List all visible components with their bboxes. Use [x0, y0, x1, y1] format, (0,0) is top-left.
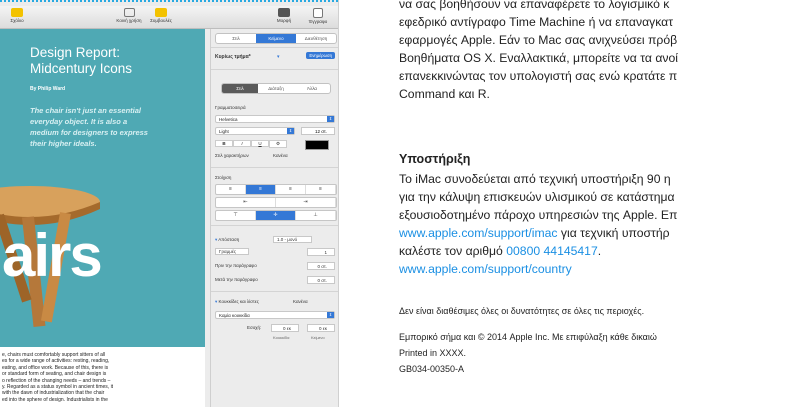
align-left-icon[interactable]: ≡	[216, 185, 246, 194]
divider	[211, 291, 338, 292]
pages-screenshot: Σχόλιο Κοινή χρήση Συμβουλές Μορφή Έγγρα…	[0, 0, 339, 407]
subtab-more[interactable]: Άλλα	[294, 84, 330, 93]
format-inspector: Στιλ Κείμενο Διευθέτηση Κυρίως τμήμα* ▾ …	[210, 29, 338, 407]
bullets-row: ▾ Κουκκίδες και λίστες Κανένα	[215, 299, 308, 304]
disclosure-triangle-icon[interactable]: ▾	[215, 299, 217, 304]
part-number: GB034-00350-A	[399, 364, 465, 374]
italic-button[interactable]: I	[233, 140, 251, 147]
font-family-popup[interactable]: Helvetica ⇕	[215, 115, 335, 123]
text-color-well[interactable]	[305, 140, 329, 150]
lines-field[interactable]: 1	[307, 248, 335, 256]
char-styles-row: Στιλ χαρακτήρων Κανένα	[215, 153, 288, 158]
indent-captions: Κουκκίδα Κείμενο	[273, 335, 325, 340]
vertical-alignment-buttons: ⊤ ✛ ⊥	[215, 210, 337, 221]
divider	[211, 167, 338, 168]
support-heading: Υποστήριξη	[399, 152, 471, 166]
align-middle-icon[interactable]: ✛	[256, 211, 296, 220]
document-page[interactable]: Design Report: Midcentury Icons By Phili…	[0, 29, 205, 407]
align-right-icon[interactable]: ≡	[276, 185, 306, 194]
document-author: By Philip Ward	[30, 86, 66, 92]
underline-button[interactable]: U	[251, 140, 269, 147]
chevron-down-icon: ⇕	[287, 128, 294, 134]
bullet-style-popup[interactable]: Καμία κουκκίδα ⇕	[215, 311, 335, 319]
document-body: e, chairs must comfortably support sitte…	[2, 352, 114, 403]
indent-row: Εσοχή: 0 εκ 0 εκ	[215, 324, 335, 335]
document-icon	[313, 8, 323, 18]
before-paragraph-row: Πριν την παράγραφο 0 στ.	[215, 262, 335, 273]
align-top-icon[interactable]: ⊤	[216, 211, 256, 220]
tab-text[interactable]: Κείμενο	[256, 34, 296, 43]
document-display-text: airs	[2, 222, 103, 289]
disclosure-triangle-icon[interactable]: ▾	[215, 237, 217, 242]
text-options-gear-icon[interactable]: ⚙	[269, 140, 287, 148]
inspector-tabs: Στιλ Κείμενο Διευθέτηση	[215, 33, 337, 44]
toolbar-comment-button[interactable]: Σχόλιο	[2, 8, 32, 23]
subtab-layout[interactable]: Διάταξη	[258, 84, 294, 93]
tab-arrange[interactable]: Διευθέτηση	[296, 34, 336, 43]
tips-icon	[155, 8, 167, 17]
tab-style[interactable]: Στιλ	[216, 34, 256, 43]
text-subtabs: Στιλ Διάταξη Άλλα	[221, 83, 331, 94]
text-indent-field[interactable]: 0 εκ	[307, 324, 335, 332]
chevron-down-icon: ▾	[277, 54, 280, 60]
alignment-section-label: Στοίχιση	[215, 175, 232, 180]
lines-row: Γραμμές 1	[215, 248, 335, 259]
font-section-label: Γραμματοσειρά	[215, 105, 246, 110]
spacing-popup[interactable]: 1.0 - μονό	[273, 236, 313, 243]
support-country-link[interactable]: www.apple.com/support/country	[399, 262, 572, 276]
after-paragraph-row: Μετά την παράγραφο 0 στ.	[215, 276, 335, 287]
phone-link[interactable]: 00800 44145417	[506, 244, 598, 258]
align-bottom-icon[interactable]: ⊥	[296, 211, 336, 220]
document-quote: The chair isn't just an essential everyd…	[30, 106, 148, 148]
chevron-down-icon: ⇕	[327, 116, 334, 122]
paragraph-style-row: Κυρίως τμήμα* ▾ Ενημέρωση	[215, 52, 335, 64]
divider	[211, 47, 338, 48]
printed-in: Printed in XXXX.	[399, 348, 467, 358]
paragraph-style-popup[interactable]: Κυρίως τμήμα*	[215, 54, 251, 60]
comment-icon	[11, 8, 23, 17]
subtab-style[interactable]: Στιλ	[222, 84, 258, 93]
spacing-row: ▾ Απόσταση 1.0 - μονό	[215, 236, 335, 247]
increase-indent-icon[interactable]: ⇥	[276, 198, 336, 207]
bold-button[interactable]: B	[215, 140, 233, 147]
char-styles-popup[interactable]: Κανένα	[273, 153, 288, 158]
toolbar-tips-button[interactable]: Συμβουλές	[146, 8, 176, 23]
toolbar-document-button[interactable]: Έγγραφο	[303, 8, 333, 24]
bullet-indent-field[interactable]: 0 εκ	[271, 324, 299, 332]
decrease-indent-icon[interactable]: ⇤	[216, 198, 276, 207]
horizontal-alignment-buttons: ≡ ≡ ≡ ≡	[215, 184, 337, 195]
copyright-notice: Εμπορικό σήμα και © 2014 Apple Inc. Με ε…	[399, 332, 657, 342]
after-paragraph-field[interactable]: 0 στ.	[307, 276, 335, 284]
toolbar-format-button[interactable]: Μορφή	[269, 8, 299, 23]
font-weight-popup[interactable]: Light ⇕	[215, 127, 295, 135]
manual-text: να σας βοηθήσουν να επαναφέρετε το λογισ…	[399, 0, 678, 374]
availability-note: Δεν είναι διαθέσιμες όλες οι δυνατότητες…	[399, 306, 645, 316]
support-imac-link[interactable]: www.apple.com/support/imac	[399, 226, 558, 240]
format-icon	[278, 8, 290, 17]
share-icon	[123, 8, 135, 17]
chevron-down-icon: ⇕	[327, 312, 334, 318]
toolbar-share-button[interactable]: Κοινή χρήση	[114, 8, 144, 23]
format-buttons-row: B I U ⚙	[215, 140, 335, 150]
document-cover: Design Report: Midcentury Icons By Phili…	[0, 29, 205, 347]
before-paragraph-field[interactable]: 0 στ.	[307, 262, 335, 270]
align-center-icon[interactable]: ≡	[246, 185, 276, 194]
justify-icon[interactable]: ≡	[306, 185, 336, 194]
divider	[211, 225, 338, 226]
bullets-popup[interactable]: Κανένα	[293, 299, 308, 304]
line-spacing-mode-popup[interactable]: Γραμμές	[215, 248, 250, 255]
divider	[211, 69, 338, 70]
font-size-field[interactable]: 12 στ.	[301, 127, 335, 135]
toolbar: Σχόλιο Κοινή χρήση Συμβουλές Μορφή Έγγρα…	[0, 6, 338, 29]
update-button[interactable]: Ενημέρωση	[306, 52, 335, 59]
document-title: Design Report: Midcentury Icons	[30, 45, 133, 76]
indent-buttons: ⇤ ⇥	[215, 197, 337, 208]
